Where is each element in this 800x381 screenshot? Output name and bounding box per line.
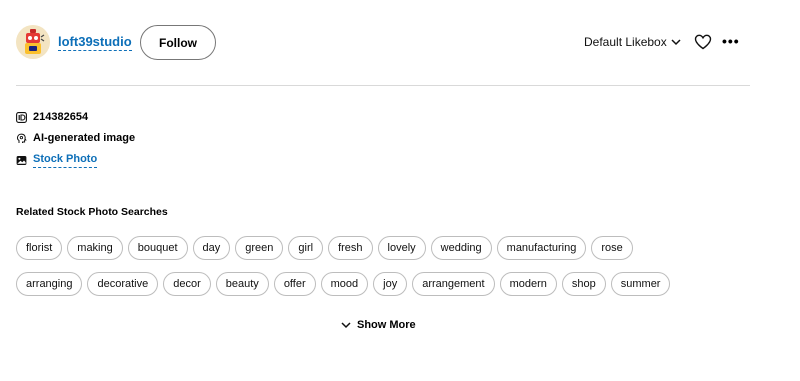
tag-girl[interactable]: girl: [288, 236, 324, 260]
tag-manufacturing[interactable]: manufacturing: [496, 236, 587, 260]
show-more-button[interactable]: Show More: [341, 319, 416, 331]
tag-arranging[interactable]: arranging: [16, 272, 83, 296]
stock-photo-row: Stock Photo: [16, 153, 98, 168]
contributor-avatar[interactable]: [16, 25, 50, 59]
tag-mood[interactable]: mood: [320, 272, 369, 296]
divider: [16, 85, 750, 86]
image-id: 214382654: [33, 111, 89, 123]
related-searches-title: Related Stock Photo Searches: [16, 206, 168, 218]
chevron-down-icon: [671, 38, 681, 45]
image-id-row: 214382654: [16, 111, 88, 124]
likebox-label: Default Likebox: [584, 35, 667, 49]
stock-photo-link[interactable]: Stock Photo: [33, 153, 98, 168]
chevron-down-icon: [341, 321, 351, 328]
tag-modern[interactable]: modern: [499, 272, 557, 296]
contributor-name-link[interactable]: loft39studio: [58, 35, 132, 51]
tag-bouquet[interactable]: bouquet: [127, 236, 188, 260]
tag-joy[interactable]: joy: [373, 272, 408, 296]
tag-green[interactable]: green: [235, 236, 284, 260]
tag-florist[interactable]: florist: [16, 236, 63, 260]
tag-rose[interactable]: rose: [591, 236, 633, 260]
tag-offer[interactable]: offer: [273, 272, 316, 296]
tag-beauty[interactable]: beauty: [215, 272, 269, 296]
more-options-button[interactable]: •••: [722, 32, 740, 50]
related-tags-row-1: florist making bouquet day green girl fresh lov…: [16, 236, 633, 260]
ai-generated-row: AI-generated image: [16, 132, 135, 145]
photo-icon: [16, 156, 27, 165]
ai-head-icon: [17, 133, 27, 143]
tag-day[interactable]: day: [192, 236, 231, 260]
tag-lovely[interactable]: lovely: [377, 236, 426, 260]
tag-making[interactable]: making: [67, 236, 123, 260]
tag-wedding[interactable]: wedding: [430, 236, 492, 260]
related-tags-row-2: arranging decorative decor beauty offer mood j…: [16, 272, 671, 296]
tag-summer[interactable]: summer: [610, 272, 671, 296]
robot-avatar-icon: [16, 25, 50, 59]
heart-icon[interactable]: [694, 34, 712, 50]
show-more-label: Show More: [357, 319, 416, 331]
follow-button[interactable]: Follow: [140, 25, 216, 60]
tag-decor[interactable]: decor: [163, 272, 211, 296]
tag-fresh[interactable]: fresh: [328, 236, 373, 260]
tag-arrangement[interactable]: arrangement: [412, 272, 495, 296]
tag-decorative[interactable]: decorative: [87, 272, 159, 296]
ai-generated-label: AI-generated image: [33, 132, 136, 144]
id-icon: [16, 112, 27, 123]
contributor-bar: loft39studio Follow Default Likebox •••: [16, 24, 750, 62]
tag-shop[interactable]: shop: [561, 272, 606, 296]
likebox-selector[interactable]: Default Likebox: [584, 35, 681, 49]
